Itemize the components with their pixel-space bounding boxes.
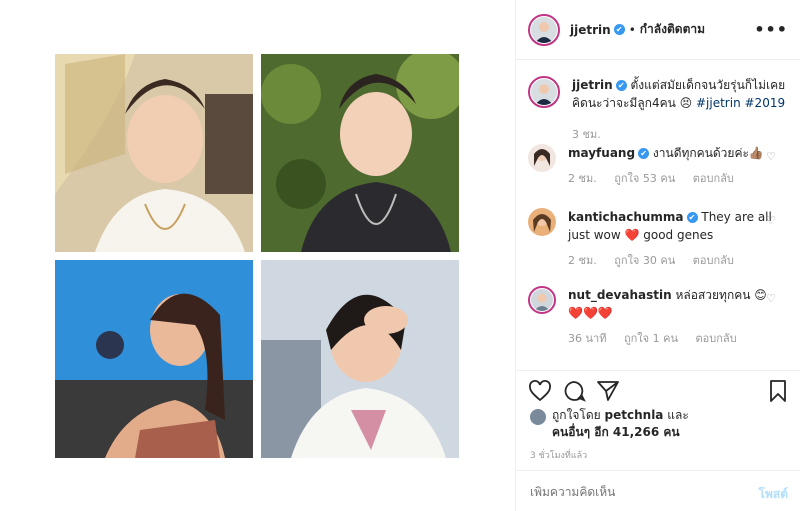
photo-bottom-left	[55, 260, 253, 458]
action-bar	[516, 370, 800, 410]
comment-like-heart-outline-icon[interactable]: ♡	[766, 292, 776, 305]
comment-hearts: ❤️❤️❤️	[568, 306, 613, 320]
verified-badge-icon: ✔	[615, 80, 627, 91]
photo-collage	[55, 54, 459, 458]
comment-like-heart-outline-icon[interactable]: ♡	[766, 214, 776, 227]
verified-badge-icon: ✔	[613, 24, 625, 35]
caption-avatar[interactable]	[528, 76, 560, 108]
more-options-icon[interactable]: •••	[754, 20, 788, 39]
comment-time[interactable]: 2 ชม.	[568, 254, 597, 267]
commenter-avatar[interactable]	[528, 208, 556, 236]
comment-username[interactable]: nut_devahastin	[568, 288, 672, 302]
caption-time[interactable]: 3 ชม.	[572, 128, 601, 141]
post-header: jjetrin ✔ • กำลังติดตาม •••	[516, 0, 800, 60]
comment-item: kantichachumma ✔ They are all just wow ❤️…	[528, 208, 788, 270]
comment-item: mayfuang ✔ งานดีทุกคนด้วยค่ะ👍🏽 2 ชม. ถูกใ…	[528, 144, 788, 188]
likes-others-count[interactable]: คนอื่นๆ อีก 41,266 คน	[530, 424, 790, 441]
share-icon[interactable]	[596, 379, 620, 403]
comment-likes[interactable]: ถูกใจ 1 คน	[624, 332, 678, 345]
photo-top-right	[261, 54, 459, 252]
post-media[interactable]	[0, 0, 516, 511]
caption: jjetrin ✔ ตั้งแต่สมัยเด็กจนวัยรุ่นก็ไม่เค…	[528, 76, 788, 144]
caption-emoji: 😣	[679, 96, 693, 110]
reply-button[interactable]: ตอบกลับ	[695, 332, 736, 345]
post-comment-button[interactable]: โพสต์	[759, 485, 788, 504]
comment-like-heart-outline-icon[interactable]: ♡	[766, 150, 776, 163]
author-username[interactable]: jjetrin	[570, 23, 611, 37]
post-sidebar: jjetrin ✔ • กำลังติดตาม ••• jjetrin ✔ ตั้…	[516, 0, 800, 511]
liker-username[interactable]: petchnla	[605, 408, 664, 422]
comment-username[interactable]: kantichachumma	[568, 210, 684, 224]
reply-button[interactable]: ตอบกลับ	[693, 254, 734, 267]
caption-hashtags[interactable]: #jjetrin #2019	[696, 96, 785, 110]
photo-bottom-right	[261, 260, 459, 458]
comment-likes[interactable]: ถูกใจ 53 คน	[614, 172, 675, 185]
comment-likes[interactable]: ถูกใจ 30 คน	[614, 254, 675, 267]
photo-top-left	[55, 54, 253, 252]
separator-dot: •	[628, 22, 636, 37]
instagram-post: jjetrin ✔ • กำลังติดตาม ••• jjetrin ✔ ตั้…	[0, 0, 800, 511]
caption-username[interactable]: jjetrin	[572, 78, 613, 92]
heart-icon[interactable]	[528, 379, 552, 403]
author-avatar[interactable]	[528, 13, 560, 46]
comment-time[interactable]: 36 นาที	[568, 332, 606, 345]
liker-avatar[interactable]	[530, 409, 546, 425]
comments-list: jjetrin ✔ ตั้งแต่สมัยเด็กจนวัยรุ่นก็ไม่เค…	[516, 66, 800, 366]
commenter-avatar[interactable]	[528, 286, 556, 314]
bookmark-icon[interactable]	[766, 379, 790, 403]
comment-icon[interactable]	[562, 379, 586, 403]
follow-status-button[interactable]: กำลังติดตาม	[640, 20, 705, 39]
verified-badge-icon: ✔	[686, 212, 698, 223]
comment-time[interactable]: 2 ชม.	[568, 172, 597, 185]
comment-username[interactable]: mayfuang	[568, 146, 635, 160]
likes-prefix: ถูกใจโดย	[552, 408, 601, 422]
comment-text: หล่อสวยทุกคน 😊	[675, 288, 767, 302]
commenter-avatar[interactable]	[528, 144, 556, 172]
comment-text: งานดีทุกคนด้วยค่ะ👍🏽	[652, 146, 764, 160]
likes-summary: ถูกใจโดย petchnla และ คนอื่นๆ อีก 41,266…	[530, 407, 790, 441]
reply-button[interactable]: ตอบกลับ	[693, 172, 734, 185]
verified-badge-icon: ✔	[638, 148, 650, 159]
likes-and: และ	[667, 408, 689, 422]
add-comment-input[interactable]	[530, 485, 730, 499]
post-timestamp[interactable]: 3 ชั่วโมงที่แล้ว	[530, 448, 587, 462]
add-comment-bar: โพสต์	[516, 470, 800, 511]
comment-item: nut_devahastin หล่อสวยทุกคน 😊 ❤️❤️❤️ 36 …	[528, 286, 788, 348]
